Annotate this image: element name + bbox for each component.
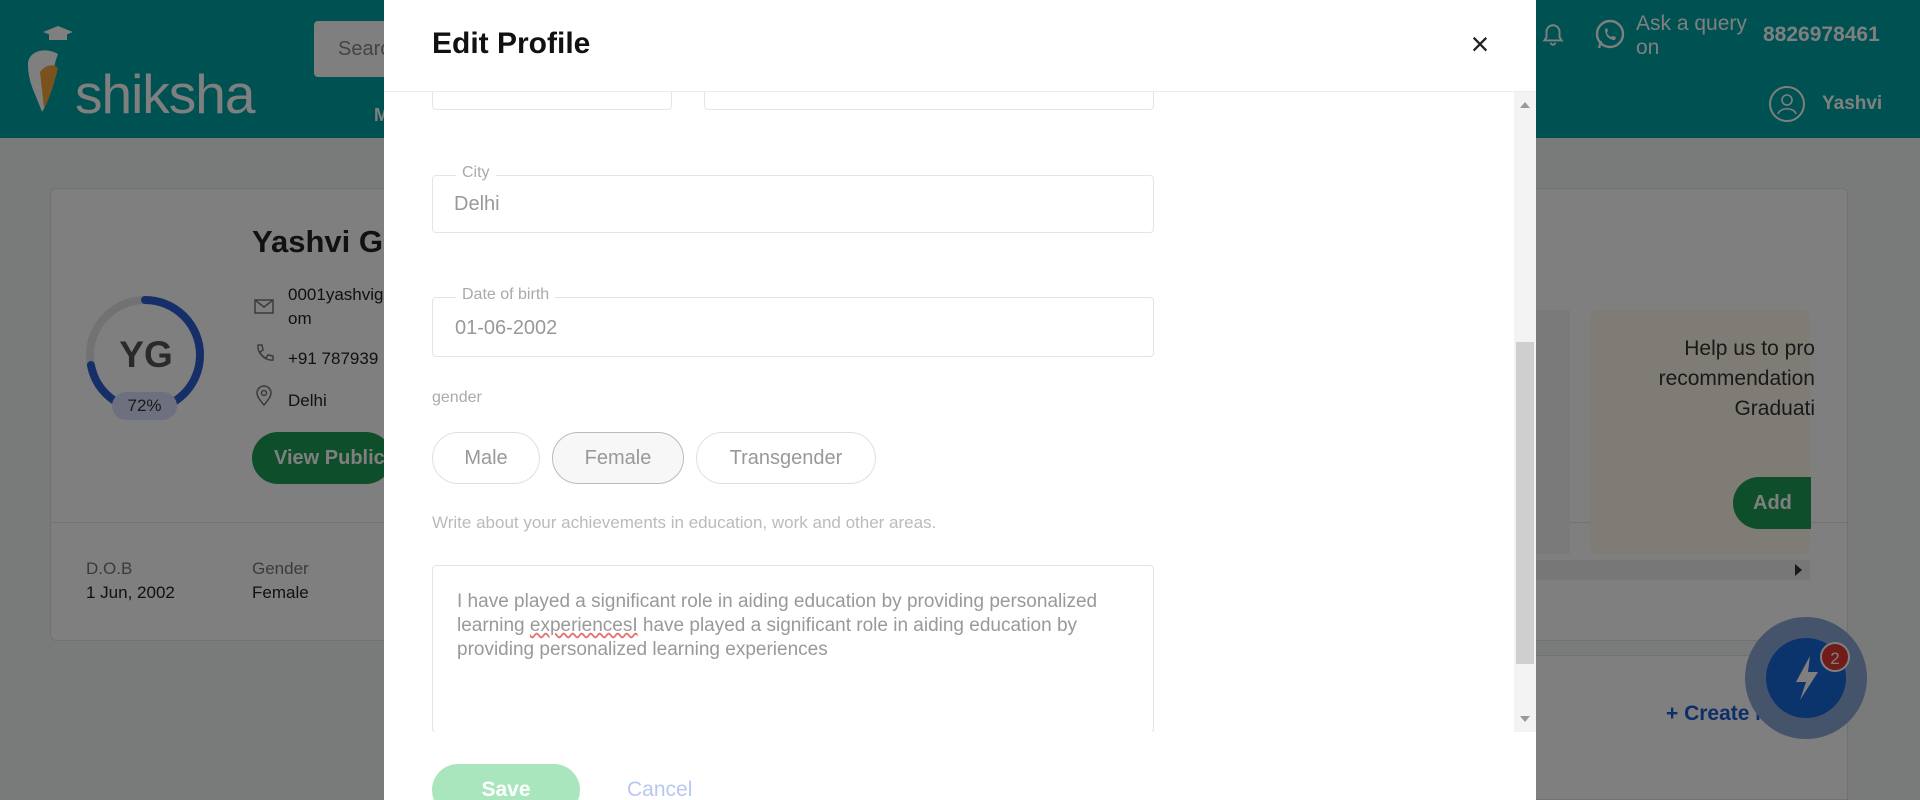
save-button[interactable]: Save: [432, 764, 580, 800]
city-value[interactable]: Delhi: [454, 193, 500, 216]
scroll-up-arrow-icon[interactable]: [1520, 102, 1530, 108]
field-partial-right[interactable]: [704, 92, 1154, 110]
gender-female-option[interactable]: Female: [552, 432, 684, 484]
field-partial-left[interactable]: [432, 92, 672, 110]
city-label: City: [456, 164, 496, 182]
about-hint: Write about your achievements in educati…: [426, 513, 943, 533]
modal-header: Edit Profile ×: [384, 0, 1536, 92]
about-text[interactable]: I have played a significant role in aidi…: [457, 590, 1117, 662]
edit-profile-modal: Edit Profile × City Delhi Date of birth …: [384, 0, 1536, 800]
dob-field-value[interactable]: 01-06-2002: [455, 317, 557, 340]
dob-field-label: Date of birth: [456, 286, 556, 304]
gender-transgender-option[interactable]: Transgender: [696, 432, 876, 484]
modal-scrollbar-thumb[interactable]: [1516, 342, 1534, 664]
city-field[interactable]: [432, 175, 1154, 233]
modal-body[interactable]: City Delhi Date of birth 01-06-2002 gend…: [384, 92, 1536, 732]
modal-title: Edit Profile: [432, 27, 591, 60]
cancel-button[interactable]: Cancel: [627, 778, 692, 800]
gender-male-option[interactable]: Male: [432, 432, 540, 484]
scroll-down-arrow-icon[interactable]: [1520, 716, 1530, 722]
gender-field-label: gender: [426, 389, 488, 407]
misspelled-word: experiencesI: [529, 615, 638, 636]
close-icon[interactable]: ×: [1466, 28, 1494, 60]
